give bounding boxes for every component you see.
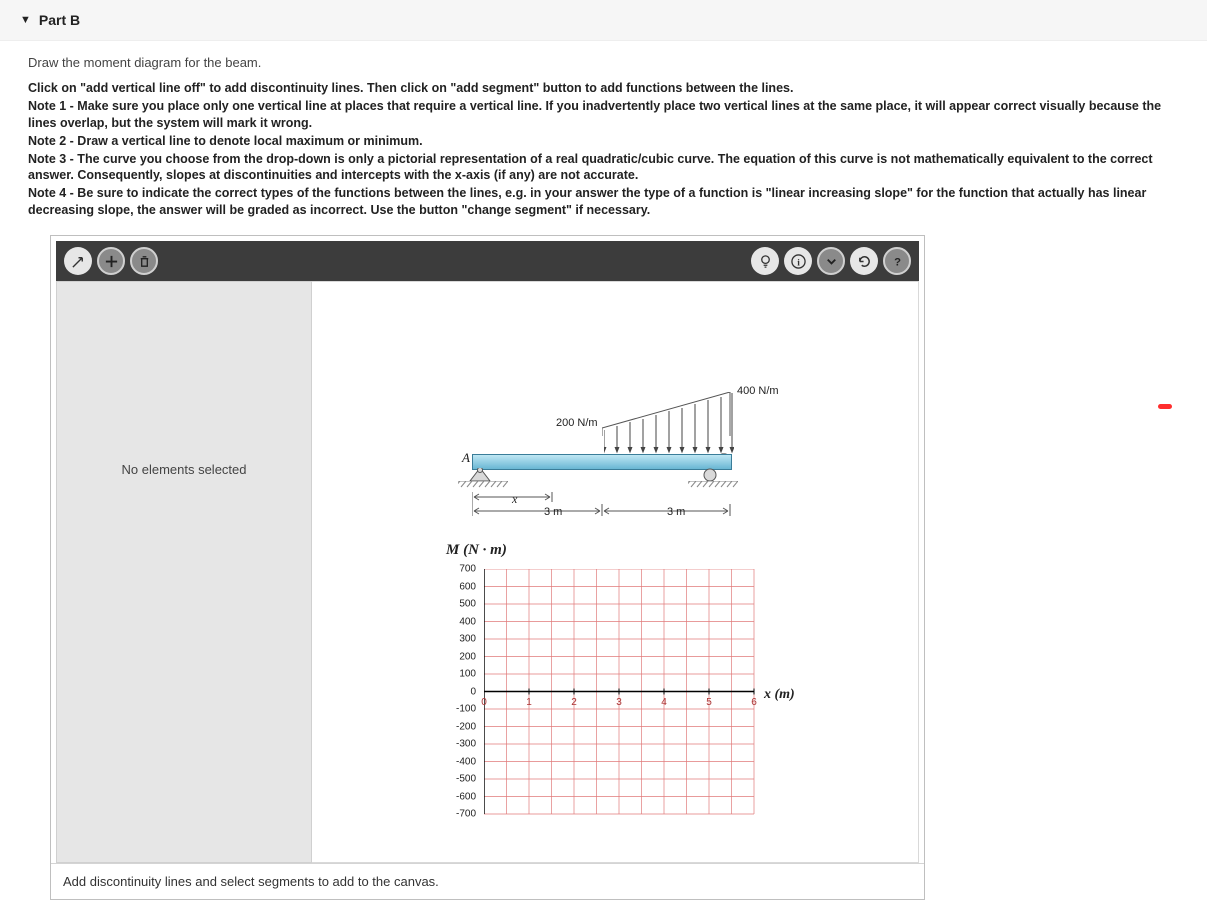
dim-label-x: x [512, 492, 517, 507]
drawing-canvas[interactable]: A B 200 N/m 400 N/m [312, 281, 919, 863]
support-label-a: A [462, 450, 470, 466]
status-bar: Add discontinuity lines and select segme… [51, 863, 924, 899]
ground-hatch-right [688, 481, 738, 491]
info-button[interactable]: i [784, 247, 812, 275]
svg-text:i: i [797, 258, 800, 268]
add-element-button[interactable] [97, 247, 125, 275]
load-label-left: 200 N/m [556, 417, 598, 429]
moment-chart[interactable]: M (N · m) 7006005004003002001000-100-200… [442, 542, 842, 825]
toolbar: i ? [56, 241, 919, 281]
instr-intro: Click on "add vertical line off" to add … [28, 80, 1179, 97]
ground-hatch-left [458, 481, 508, 491]
beam-figure: A B 200 N/m 400 N/m [452, 342, 782, 542]
part-header[interactable]: ▼ Part B [0, 0, 1207, 41]
dim-label-right: 3 m [667, 506, 685, 518]
selection-panel: No elements selected [56, 281, 312, 863]
svg-text:?: ? [894, 256, 901, 268]
drawing-tool-frame: i ? No eleme [50, 235, 925, 900]
dimension-row: x 3 m 3 m [472, 492, 732, 525]
help-button[interactable]: ? [883, 247, 911, 275]
delete-button[interactable] [130, 247, 158, 275]
part-title: Part B [39, 12, 80, 28]
dim-label-left: 3 m [544, 506, 562, 518]
load-label-right: 400 N/m [737, 385, 779, 397]
load-arrows [604, 392, 734, 458]
add-vector-button[interactable] [64, 247, 92, 275]
collapse-button[interactable] [817, 247, 845, 275]
instr-note2: Note 2 - Draw a vertical line to denote … [28, 133, 1179, 150]
instr-note3: Note 3 - The curve you choose from the d… [28, 151, 1179, 185]
instr-note1: Note 1 - Make sure you place only one ve… [28, 98, 1179, 132]
instructions-block: Click on "add vertical line off" to add … [28, 80, 1179, 219]
beam-body [472, 454, 732, 470]
hint-button[interactable] [751, 247, 779, 275]
instr-note4: Note 4 - Be sure to indicate the correct… [28, 185, 1179, 219]
chart-grid[interactable] [484, 569, 784, 821]
chart-x-axis-title: x (m) [764, 687, 795, 703]
collapse-triangle-icon[interactable]: ▼ [20, 14, 31, 26]
chart-y-axis-title: M (N · m) [446, 542, 842, 559]
prompt-text: Draw the moment diagram for the beam. [28, 55, 1179, 70]
red-marker [1158, 404, 1172, 409]
reset-button[interactable] [850, 247, 878, 275]
no-selection-text: No elements selected [121, 462, 246, 477]
